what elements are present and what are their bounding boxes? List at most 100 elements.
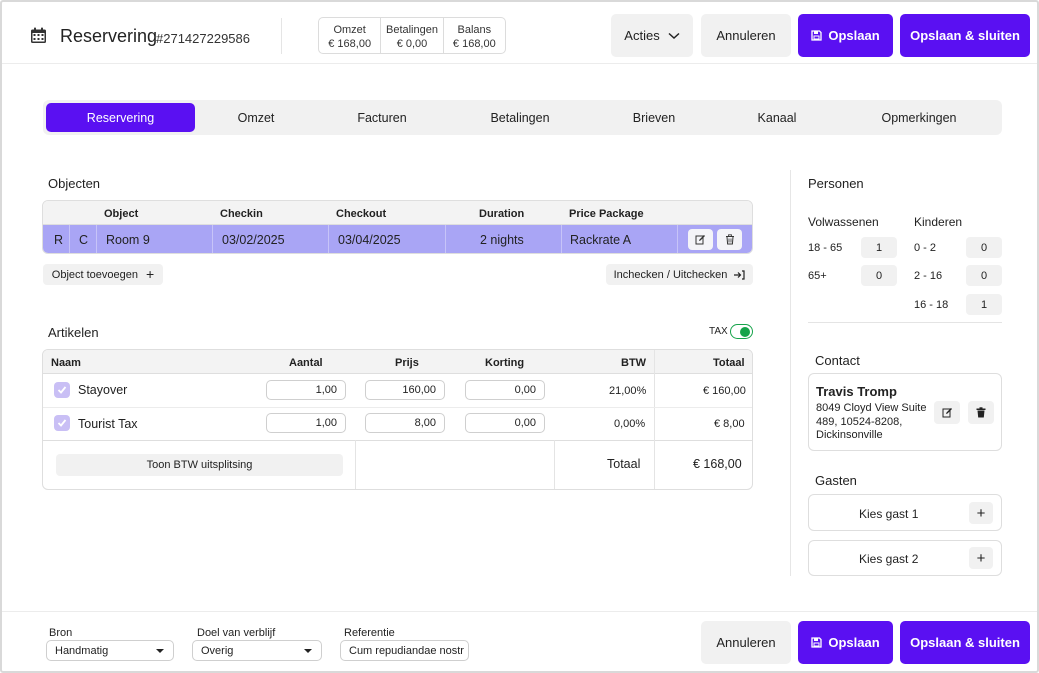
articles-title: Artikelen: [48, 325, 99, 340]
row-duration: 2 nights: [480, 232, 524, 247]
plus-icon: +: [976, 549, 986, 567]
col-price-package: Price Package: [569, 208, 644, 220]
tab-kanaal[interactable]: Kanaal: [715, 103, 839, 132]
source-label: Bron: [49, 627, 73, 639]
quantity-input[interactable]: 1,00: [266, 380, 346, 400]
children-label: Kinderen: [914, 215, 963, 229]
floppy-disk-icon: [811, 637, 822, 648]
adult-range: 18 - 65: [808, 242, 843, 254]
toggle-knob: [740, 326, 750, 337]
guest-label: Kies gast 2: [859, 552, 919, 566]
contact-title: Contact: [815, 353, 860, 368]
quantity-input[interactable]: 1,00: [266, 413, 346, 433]
persons-title: Personen: [808, 176, 864, 191]
child-range: 2 - 16: [914, 270, 943, 282]
persons-divider: [808, 322, 1002, 323]
col-checkout: Checkout: [336, 208, 387, 220]
header-divider: [281, 18, 282, 54]
plus-icon: +: [976, 504, 986, 522]
chevron-down-icon: [668, 32, 680, 39]
edit-contact-button[interactable]: [934, 401, 960, 424]
checkin-checkout-button[interactable]: Inchecken / Uitchecken: [606, 264, 753, 285]
objects-title: Objecten: [48, 176, 101, 191]
article-checkbox-stayover[interactable]: [54, 382, 70, 398]
col-duration: Duration: [479, 208, 525, 220]
child-range: 16 - 18: [914, 299, 949, 311]
reference-label: Referentie: [344, 627, 395, 639]
floppy-disk-icon: [811, 30, 822, 41]
tab-betalingen[interactable]: Betalingen: [447, 103, 593, 132]
child-count-stepper[interactable]: 1: [966, 294, 1002, 315]
objects-table: Object Checkin Checkout Duration Price P…: [42, 200, 753, 254]
calendar-icon: [31, 27, 46, 43]
col-naam: Naam: [51, 357, 81, 369]
add-guest-button[interactable]: +: [969, 547, 993, 569]
cancel-button-top[interactable]: Annuleren: [701, 14, 791, 57]
save-close-button-top[interactable]: Opslaan & sluiten: [900, 14, 1030, 57]
article-name: Tourist Tax: [78, 417, 138, 431]
add-object-button[interactable]: Object toevoegen +: [43, 264, 163, 285]
sign-in-icon: [734, 269, 745, 280]
objects-table-header: [43, 201, 752, 225]
price-input[interactable]: 8,00: [365, 413, 445, 433]
child-range: 0 - 2: [914, 242, 937, 254]
contact-card: Travis Tromp 8049 Cloyd View Suite 489, …: [808, 373, 1002, 451]
col-btw: BTW: [621, 357, 647, 369]
guest-label: Kies gast 1: [859, 507, 919, 521]
vat-split-button[interactable]: Toon BTW uitsplitsing: [56, 454, 343, 476]
page-title: Reservering: [60, 26, 158, 46]
edit-icon: [695, 235, 705, 245]
stat-balance: Balans € 168,00: [452, 24, 496, 50]
cancel-button-bottom[interactable]: Annuleren: [701, 621, 791, 664]
col-prijs: Prijs: [395, 357, 419, 369]
tab-brieven[interactable]: Brieven: [593, 103, 715, 132]
adult-count-stepper[interactable]: 1: [861, 237, 897, 258]
total-label: Totaal: [607, 457, 641, 471]
guests-title: Gasten: [815, 473, 857, 488]
tab-opmerkingen[interactable]: Opmerkingen: [839, 103, 999, 132]
plus-icon: +: [146, 266, 155, 282]
guest-selector-2[interactable]: Kies gast 2 +: [808, 540, 1002, 576]
tax-toggle[interactable]: [730, 324, 753, 339]
article-checkbox-tourist-tax[interactable]: [54, 415, 70, 431]
tab-facturen[interactable]: Facturen: [317, 103, 447, 132]
save-close-button-bottom[interactable]: Opslaan & sluiten: [900, 621, 1030, 664]
stat-revenue: Omzet € 168,00: [319, 18, 382, 53]
price-input[interactable]: 160,00: [365, 380, 445, 400]
reservation-number: #271427229586: [156, 31, 250, 46]
col-korting: Korting: [485, 357, 525, 369]
article-total: € 8,00: [714, 418, 745, 430]
row-price-package: Rackrate A: [570, 232, 632, 247]
save-button-top[interactable]: Opslaan: [798, 14, 893, 57]
tab-omzet[interactable]: Omzet: [195, 103, 317, 132]
add-guest-button[interactable]: +: [969, 502, 993, 524]
child-count-stepper[interactable]: 0: [966, 237, 1002, 258]
actions-button[interactable]: Acties: [611, 14, 693, 57]
adults-label: Volwassenen: [808, 215, 879, 229]
adult-count-stepper[interactable]: 0: [861, 265, 897, 286]
tab-bar: Reservering Omzet Facturen Betalingen Br…: [43, 100, 1002, 135]
check-icon: [57, 386, 67, 394]
edit-object-button[interactable]: [688, 229, 713, 250]
col-aantal: Aantal: [289, 357, 323, 369]
child-count-stepper[interactable]: 0: [966, 265, 1002, 286]
article-vat: 21,00%: [609, 385, 647, 397]
stat-payments: Betalingen € 0,00: [381, 18, 444, 53]
delete-object-button[interactable]: [717, 229, 742, 250]
col-totaal: Totaal: [713, 357, 745, 369]
purpose-select[interactable]: Overig: [192, 640, 322, 661]
reference-input[interactable]: Cum repudiandae nostr: [340, 640, 469, 661]
row-r-flag: R: [54, 232, 64, 247]
source-select[interactable]: Handmatig: [46, 640, 174, 661]
tax-label: TAX: [709, 326, 728, 337]
reservation-window: Reservering #271427229586 Omzet € 168,00…: [0, 0, 1039, 673]
guest-selector-1[interactable]: Kies gast 1 +: [808, 494, 1002, 531]
purpose-label: Doel van verblijf: [197, 627, 276, 639]
save-button-bottom[interactable]: Opslaan: [798, 621, 893, 664]
tab-reservering[interactable]: Reservering: [46, 103, 195, 132]
bottom-bar: Bron Handmatig Doel van verblijf Overig …: [2, 611, 1037, 673]
discount-input[interactable]: 0,00: [465, 413, 545, 433]
discount-input[interactable]: 0,00: [465, 380, 545, 400]
delete-contact-button[interactable]: [968, 401, 994, 424]
financial-summary: Omzet € 168,00 Betalingen € 0,00 Balans …: [318, 17, 506, 54]
